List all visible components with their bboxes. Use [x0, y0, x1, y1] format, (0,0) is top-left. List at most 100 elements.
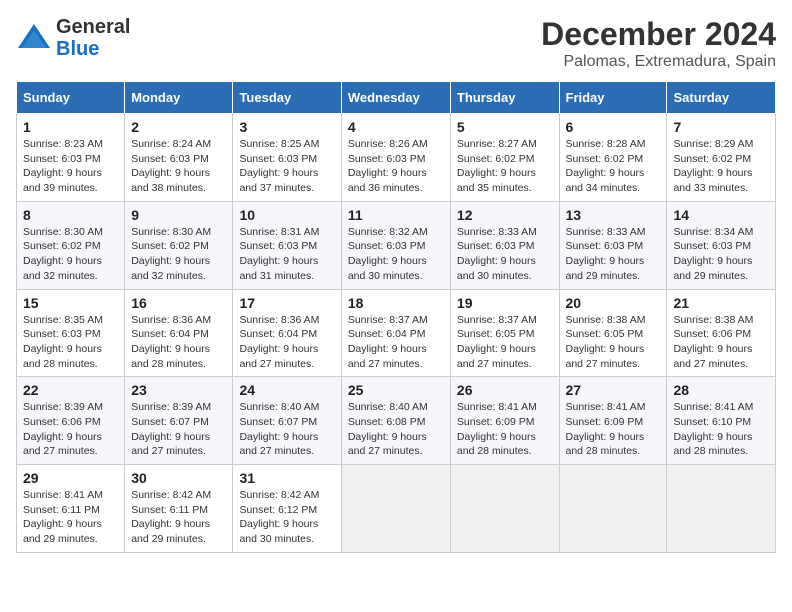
- day-info: Sunrise: 8:39 AM Sunset: 6:06 PM Dayligh…: [23, 400, 118, 459]
- day-number: 22: [23, 382, 118, 398]
- calendar-cell: [450, 465, 559, 553]
- day-info: Sunrise: 8:32 AM Sunset: 6:03 PM Dayligh…: [348, 225, 444, 284]
- calendar-cell: 24 Sunrise: 8:40 AM Sunset: 6:07 PM Dayli…: [233, 377, 341, 465]
- calendar-cell: 7 Sunrise: 8:29 AM Sunset: 6:02 PM Daylig…: [667, 114, 776, 202]
- day-number: 2: [131, 119, 226, 135]
- day-number: 21: [673, 295, 769, 311]
- calendar-week-row: 1Sunrise: 8:23 AM Sunset: 6:03 PM Daylig…: [17, 114, 776, 202]
- day-info: Sunrise: 8:24 AM Sunset: 6:03 PM Dayligh…: [131, 137, 226, 196]
- calendar-cell: 20 Sunrise: 8:38 AM Sunset: 6:05 PM Dayli…: [559, 289, 667, 377]
- calendar-cell: 5 Sunrise: 8:27 AM Sunset: 6:02 PM Daylig…: [450, 114, 559, 202]
- calendar-cell: 18 Sunrise: 8:37 AM Sunset: 6:04 PM Dayli…: [341, 289, 450, 377]
- calendar-cell: 11 Sunrise: 8:32 AM Sunset: 6:03 PM Dayli…: [341, 201, 450, 289]
- day-info: Sunrise: 8:36 AM Sunset: 6:04 PM Dayligh…: [131, 313, 226, 372]
- day-info: Sunrise: 8:29 AM Sunset: 6:02 PM Dayligh…: [673, 137, 769, 196]
- day-info: Sunrise: 8:35 AM Sunset: 6:03 PM Dayligh…: [23, 313, 118, 372]
- day-number: 12: [457, 207, 553, 223]
- calendar-cell: 14 Sunrise: 8:34 AM Sunset: 6:03 PM Dayli…: [667, 201, 776, 289]
- calendar-cell: 12 Sunrise: 8:33 AM Sunset: 6:03 PM Dayli…: [450, 201, 559, 289]
- calendar-cell: 10 Sunrise: 8:31 AM Sunset: 6:03 PM Dayli…: [233, 201, 341, 289]
- day-number: 20: [566, 295, 661, 311]
- day-of-week-monday: Monday: [125, 82, 233, 114]
- calendar-cell: 17Sunrise: 8:36 AM Sunset: 6:04 PM Dayli…: [233, 289, 341, 377]
- day-info: Sunrise: 8:37 AM Sunset: 6:05 PM Dayligh…: [457, 313, 553, 372]
- logo-icon: [16, 20, 52, 56]
- calendar-week-row: 15 Sunrise: 8:35 AM Sunset: 6:03 PM Dayli…: [17, 289, 776, 377]
- calendar-table: SundayMondayTuesdayWednesdayThursdayFrid…: [16, 81, 776, 553]
- day-of-week-wednesday: Wednesday: [341, 82, 450, 114]
- calendar-cell: 25 Sunrise: 8:40 AM Sunset: 6:08 PM Dayli…: [341, 377, 450, 465]
- day-info: Sunrise: 8:41 AM Sunset: 6:11 PM Dayligh…: [23, 488, 118, 547]
- day-info: Sunrise: 8:40 AM Sunset: 6:07 PM Dayligh…: [239, 400, 334, 459]
- day-number: 24: [239, 382, 334, 398]
- day-number: 30: [131, 470, 226, 486]
- day-number: 13: [566, 207, 661, 223]
- day-info: Sunrise: 8:33 AM Sunset: 6:03 PM Dayligh…: [457, 225, 553, 284]
- calendar-cell: 9Sunrise: 8:30 AM Sunset: 6:02 PM Daylig…: [125, 201, 233, 289]
- header: General Blue December 2024 Palomas, Extr…: [16, 16, 776, 71]
- day-info: Sunrise: 8:42 AM Sunset: 6:12 PM Dayligh…: [239, 488, 334, 547]
- calendar-cell: [341, 465, 450, 553]
- calendar-cell: 27Sunrise: 8:41 AM Sunset: 6:09 PM Dayli…: [559, 377, 667, 465]
- day-number: 27: [566, 382, 661, 398]
- calendar-cell: 6Sunrise: 8:28 AM Sunset: 6:02 PM Daylig…: [559, 114, 667, 202]
- calendar-cell: 4 Sunrise: 8:26 AM Sunset: 6:03 PM Daylig…: [341, 114, 450, 202]
- calendar-cell: 1Sunrise: 8:23 AM Sunset: 6:03 PM Daylig…: [17, 114, 125, 202]
- calendar-cell: [559, 465, 667, 553]
- calendar-cell: 3Sunrise: 8:25 AM Sunset: 6:03 PM Daylig…: [233, 114, 341, 202]
- day-info: Sunrise: 8:34 AM Sunset: 6:03 PM Dayligh…: [673, 225, 769, 284]
- day-info: Sunrise: 8:30 AM Sunset: 6:02 PM Dayligh…: [23, 225, 118, 284]
- day-number: 31: [239, 470, 334, 486]
- logo-general: General: [56, 16, 130, 38]
- calendar-cell: 28Sunrise: 8:41 AM Sunset: 6:10 PM Dayli…: [667, 377, 776, 465]
- day-number: 26: [457, 382, 553, 398]
- calendar-cell: 15 Sunrise: 8:35 AM Sunset: 6:03 PM Dayli…: [17, 289, 125, 377]
- calendar-cell: 21 Sunrise: 8:38 AM Sunset: 6:06 PM Dayli…: [667, 289, 776, 377]
- day-of-week-saturday: Saturday: [667, 82, 776, 114]
- day-number: 9: [131, 207, 226, 223]
- calendar-cell: 26 Sunrise: 8:41 AM Sunset: 6:09 PM Dayli…: [450, 377, 559, 465]
- day-number: 4: [348, 119, 444, 135]
- day-number: 17: [239, 295, 334, 311]
- day-of-week-thursday: Thursday: [450, 82, 559, 114]
- day-info: Sunrise: 8:25 AM Sunset: 6:03 PM Dayligh…: [239, 137, 334, 196]
- day-info: Sunrise: 8:37 AM Sunset: 6:04 PM Dayligh…: [348, 313, 444, 372]
- day-info: Sunrise: 8:38 AM Sunset: 6:05 PM Dayligh…: [566, 313, 661, 372]
- day-info: Sunrise: 8:27 AM Sunset: 6:02 PM Dayligh…: [457, 137, 553, 196]
- day-number: 15: [23, 295, 118, 311]
- day-info: Sunrise: 8:31 AM Sunset: 6:03 PM Dayligh…: [239, 225, 334, 284]
- day-number: 7: [673, 119, 769, 135]
- day-number: 18: [348, 295, 444, 311]
- calendar-cell: 19Sunrise: 8:37 AM Sunset: 6:05 PM Dayli…: [450, 289, 559, 377]
- main-title: December 2024: [541, 16, 776, 53]
- calendar-week-row: 8 Sunrise: 8:30 AM Sunset: 6:02 PM Daylig…: [17, 201, 776, 289]
- calendar-cell: 22 Sunrise: 8:39 AM Sunset: 6:06 PM Dayli…: [17, 377, 125, 465]
- day-number: 16: [131, 295, 226, 311]
- day-number: 6: [566, 119, 661, 135]
- calendar-cell: 30 Sunrise: 8:42 AM Sunset: 6:11 PM Dayli…: [125, 465, 233, 553]
- subtitle: Palomas, Extremadura, Spain: [541, 53, 776, 71]
- calendar-week-row: 29Sunrise: 8:41 AM Sunset: 6:11 PM Dayli…: [17, 465, 776, 553]
- day-number: 8: [23, 207, 118, 223]
- day-number: 14: [673, 207, 769, 223]
- day-info: Sunrise: 8:41 AM Sunset: 6:09 PM Dayligh…: [457, 400, 553, 459]
- calendar-week-row: 22 Sunrise: 8:39 AM Sunset: 6:06 PM Dayli…: [17, 377, 776, 465]
- day-number: 25: [348, 382, 444, 398]
- day-number: 11: [348, 207, 444, 223]
- calendar-cell: 29Sunrise: 8:41 AM Sunset: 6:11 PM Dayli…: [17, 465, 125, 553]
- day-info: Sunrise: 8:38 AM Sunset: 6:06 PM Dayligh…: [673, 313, 769, 372]
- day-info: Sunrise: 8:42 AM Sunset: 6:11 PM Dayligh…: [131, 488, 226, 547]
- day-info: Sunrise: 8:39 AM Sunset: 6:07 PM Dayligh…: [131, 400, 226, 459]
- day-of-week-sunday: Sunday: [17, 82, 125, 114]
- day-number: 1: [23, 119, 118, 135]
- calendar-header-row: SundayMondayTuesdayWednesdayThursdayFrid…: [17, 82, 776, 114]
- calendar-cell: 2 Sunrise: 8:24 AM Sunset: 6:03 PM Daylig…: [125, 114, 233, 202]
- title-section: December 2024 Palomas, Extremadura, Spai…: [541, 16, 776, 71]
- calendar-cell: 13Sunrise: 8:33 AM Sunset: 6:03 PM Dayli…: [559, 201, 667, 289]
- day-info: Sunrise: 8:40 AM Sunset: 6:08 PM Dayligh…: [348, 400, 444, 459]
- day-number: 5: [457, 119, 553, 135]
- day-number: 10: [239, 207, 334, 223]
- day-of-week-tuesday: Tuesday: [233, 82, 341, 114]
- logo-blue: Blue: [56, 38, 130, 60]
- day-info: Sunrise: 8:26 AM Sunset: 6:03 PM Dayligh…: [348, 137, 444, 196]
